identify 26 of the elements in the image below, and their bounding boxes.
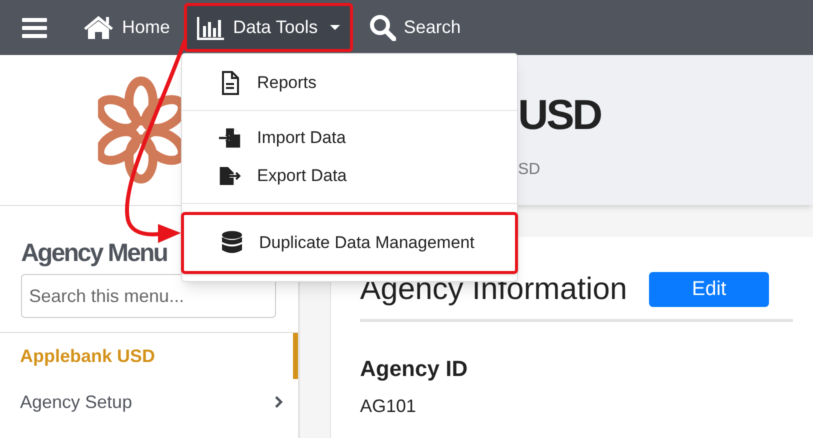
field-value: AG101 [360, 395, 418, 418]
menu-icon [22, 16, 47, 38]
home-icon [83, 15, 114, 40]
menu-item[interactable]: Reports [182, 64, 517, 102]
home-link[interactable]: Home [83, 4, 170, 52]
field-label: Agency ID [360, 355, 469, 383]
sidebar-item[interactable]: Agency Setup [0, 379, 298, 425]
menu-item[interactable]: Export Data [182, 157, 517, 195]
file-export-icon [219, 164, 241, 188]
search-link[interactable]: Search [368, 4, 461, 52]
file-import-icon [219, 126, 241, 150]
bar-chart-icon [197, 16, 226, 40]
section-heading: Agency Information [360, 271, 628, 307]
page-title: USD [518, 90, 602, 140]
edit-button[interactable]: Edit [649, 272, 770, 306]
menu-item[interactable]: Duplicate Data Management [181, 212, 518, 274]
document-icon [221, 71, 239, 95]
database-icon [222, 231, 242, 255]
search-icon [368, 14, 396, 41]
menu-item[interactable]: Import Data [182, 119, 517, 157]
page-subtitle: SD [518, 160, 542, 180]
sidebar-title: Agency Menu [21, 238, 168, 269]
caret-icon [330, 25, 340, 30]
data-tools-menu[interactable]: Data Tools [184, 3, 353, 52]
search-field[interactable]: Search this menu... [21, 274, 276, 318]
chevron-icon [275, 396, 283, 408]
